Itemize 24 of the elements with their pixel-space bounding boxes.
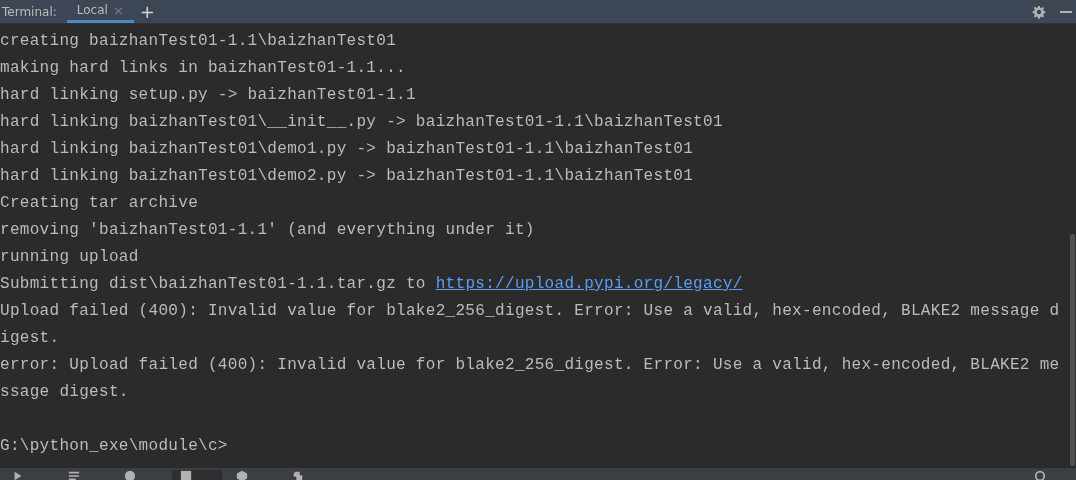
- output-line: Creating tar archive: [0, 193, 200, 214]
- settings-icon[interactable]: [1032, 4, 1046, 19]
- output-line: running upload: [0, 247, 140, 268]
- new-tab-button[interactable]: +: [139, 2, 155, 21]
- output-line: hard linking baizhanTest01\demo2.py -> baizhanTest01-1.1\baizhanTest01: [0, 166, 695, 187]
- output-line: hard linking setup.py -> baizhanTest01-1.1: [0, 85, 417, 106]
- url-link[interactable]: https://upload.pypi.org/legacy/: [435, 275, 743, 293]
- command-prompt[interactable]: G:\python_exe\module\c>: [0, 433, 228, 460]
- output-line: error: Upload failed (400): Invalid value for blake2_256_digest. Error: Use a valid, hex-encoded, BLAKE2 me: [0, 355, 1061, 376]
- terminal-tab[interactable]: Local ×: [66, 0, 134, 23]
- output-line: hard linking baizhanTest01\demo1.py -> baizhanTest01-1.1\baizhanTest01: [0, 139, 695, 160]
- run-icon: [12, 470, 24, 480]
- scrollbar-thumb[interactable]: [1070, 234, 1075, 466]
- output-line: ssage digest.: [0, 382, 130, 403]
- panel-title: Terminal:: [1, 4, 57, 19]
- output-line: making hard links in baizhanTest01-1.1...: [0, 58, 407, 79]
- output-line: creating baizhanTest01-1.1\baizhanTest01: [0, 31, 398, 52]
- output-line: Upload failed (400): Invalid value for blake2_256_digest. Error: Use a valid, hex-encoded, BLAKE2 message d: [0, 301, 1061, 322]
- output-line: removing 'baizhanTest01-1.1' (and everything under it): [0, 220, 536, 241]
- tool-window-button[interactable]: [172, 470, 222, 480]
- output-line: igest.: [0, 328, 61, 349]
- output-line: Submitting dist\baizhanTest01-1.1.tar.gz to: [0, 275, 427, 293]
- minimize-icon[interactable]: [1060, 10, 1072, 13]
- output-line: hard linking baizhanTest01\__init__.py -> baizhanTest01-1.1\baizhanTest01: [0, 112, 724, 133]
